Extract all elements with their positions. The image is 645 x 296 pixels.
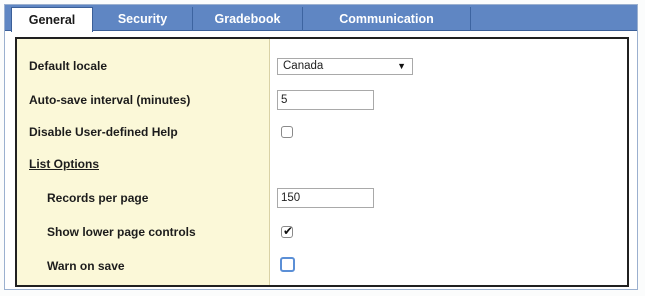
tab-gradebook[interactable]: Gradebook bbox=[193, 7, 303, 31]
disable-help-checkbox[interactable] bbox=[281, 126, 293, 138]
general-settings-panel: Default locale Canada ▼ Auto-save interv… bbox=[15, 37, 629, 287]
tab-bar: General Security Gradebook Communication bbox=[5, 5, 637, 32]
chevron-down-icon: ▼ bbox=[397, 61, 406, 71]
list-options-heading: List Options bbox=[29, 157, 99, 171]
tab-security[interactable]: Security bbox=[93, 7, 193, 31]
tab-general[interactable]: General bbox=[11, 7, 93, 32]
default-locale-select[interactable]: Canada ▼ bbox=[277, 58, 413, 75]
autosave-interval-input[interactable]: 5 bbox=[277, 90, 374, 110]
show-lower-controls-label: Show lower page controls bbox=[47, 225, 196, 239]
default-locale-value: Canada bbox=[283, 60, 324, 72]
tab-communication[interactable]: Communication bbox=[303, 7, 471, 31]
show-lower-controls-checkbox[interactable] bbox=[281, 224, 293, 238]
records-per-page-label: Records per page bbox=[47, 191, 149, 205]
settings-window: General Security Gradebook Communication… bbox=[4, 4, 638, 290]
autosave-interval-label: Auto-save interval (minutes) bbox=[29, 93, 191, 107]
records-per-page-input[interactable]: 150 bbox=[277, 188, 374, 208]
warn-on-save-checkbox[interactable] bbox=[280, 257, 295, 272]
default-locale-label: Default locale bbox=[29, 59, 108, 73]
disable-help-label: Disable User-defined Help bbox=[29, 125, 178, 139]
warn-on-save-label: Warn on save bbox=[47, 259, 125, 273]
